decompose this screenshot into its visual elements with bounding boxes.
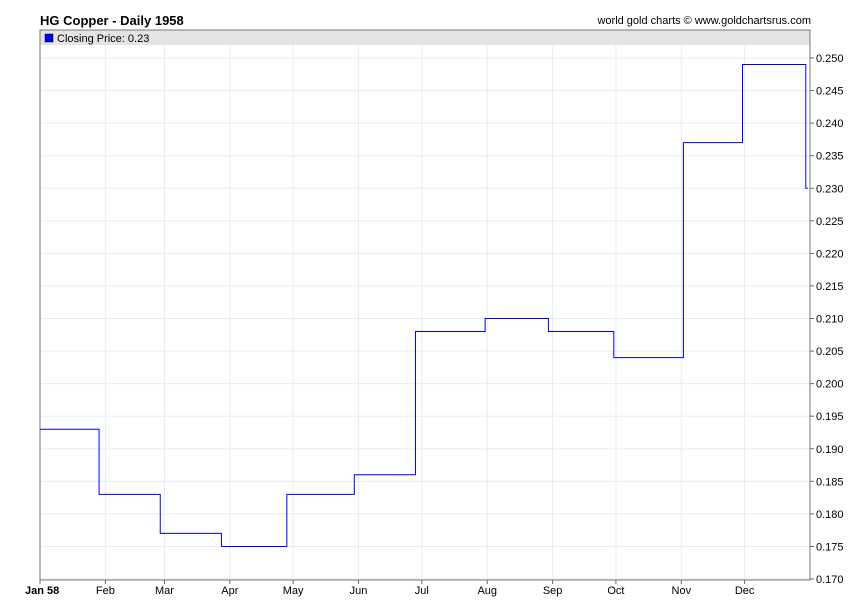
x-tick-label: Oct [607, 585, 624, 597]
y-tick-label: 0.175 [816, 541, 844, 553]
x-tick-label: Dec [735, 585, 755, 597]
y-tick-label: 0.245 [816, 86, 844, 98]
x-tick-label: Nov [672, 585, 692, 597]
y-tick-label: 0.205 [816, 346, 844, 358]
x-tick-label: Jul [415, 585, 429, 597]
chart-container: HG Copper - Daily 1958 world gold charts… [0, 0, 850, 616]
x-tick-label: Sep [543, 585, 563, 597]
y-tick-label: 0.240 [816, 118, 844, 130]
y-tick-label: 0.220 [816, 248, 844, 260]
y-tick-label: 0.195 [816, 411, 844, 423]
y-tick-label: 0.235 [816, 151, 844, 163]
y-tick-label: 0.190 [816, 444, 844, 456]
y-tick-label: 0.200 [816, 379, 844, 391]
x-tick-label: Jun [350, 585, 368, 597]
y-tick-label: 0.210 [816, 314, 844, 326]
x-tick-label: Apr [221, 585, 238, 597]
legend-band [40, 30, 810, 45]
x-tick-label: Mar [155, 585, 174, 597]
y-tick-label: 0.170 [816, 574, 844, 586]
y-tick-label: 0.250 [816, 53, 844, 65]
plot-area [40, 30, 810, 580]
chart-svg: 0.170 0.175 0.180 0.185 0.190 0.195 0.200 0.205… [25, 29, 844, 597]
y-tick-label: 0.180 [816, 509, 844, 521]
y-tick-label: 0.230 [816, 183, 844, 195]
legend-swatch [44, 33, 54, 43]
x-tick-label: Aug [477, 585, 497, 597]
x-tick-label: Jan 58 [25, 585, 59, 597]
y-tick-label: 0.185 [816, 476, 844, 488]
x-tick-label: May [283, 585, 304, 597]
x-tick-label: Feb [96, 585, 115, 597]
y-tick-label: 0.225 [816, 216, 844, 228]
legend-label: Closing Price: 0.23 [57, 33, 149, 45]
y-tick-label: 0.215 [816, 281, 844, 293]
